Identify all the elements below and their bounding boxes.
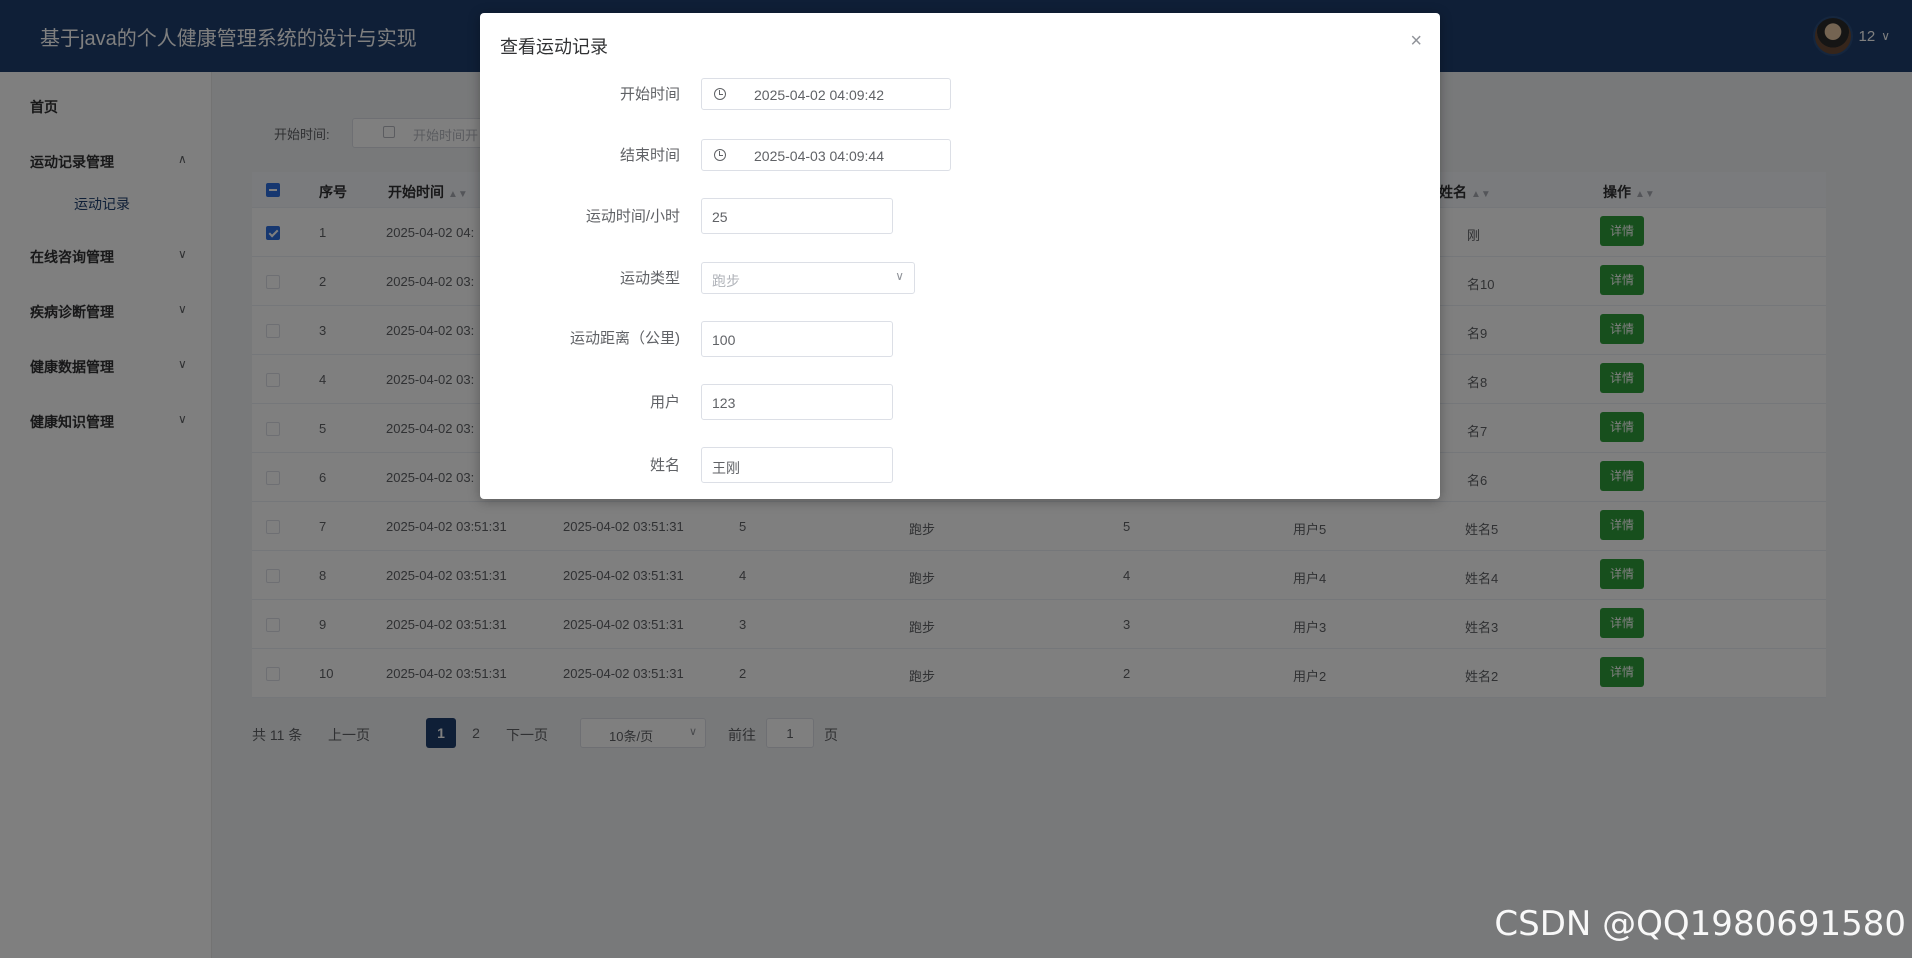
view-record-dialog: 查看运动记录 × 开始时间 2025-04-02 04:09:42 结束时间 2… <box>480 13 1440 499</box>
dialog-title: 查看运动记录 <box>500 37 608 57</box>
hours-input[interactable]: 25 <box>701 198 893 234</box>
name-label: 姓名 <box>649 457 680 474</box>
close-icon[interactable]: × <box>1410 31 1422 51</box>
type-label: 运动类型 <box>619 270 680 287</box>
start-time-label: 开始时间 <box>619 86 680 103</box>
hours-label: 运动时间/小时 <box>585 208 680 225</box>
chevron-down-icon: ∨ <box>895 269 904 283</box>
type-select[interactable]: 跑步 ∨ <box>701 262 915 294</box>
end-time-label: 结束时间 <box>619 147 680 164</box>
end-time-input[interactable]: 2025-04-03 04:09:44 <box>701 139 951 171</box>
clock-icon <box>714 149 726 161</box>
user-input[interactable]: 123 <box>701 384 893 420</box>
user-label: 用户 <box>649 394 680 411</box>
name-input[interactable]: 王刚 <box>701 447 893 483</box>
start-time-input[interactable]: 2025-04-02 04:09:42 <box>701 78 951 110</box>
distance-label: 运动距离（公里) <box>570 330 680 347</box>
clock-icon <box>714 88 726 100</box>
watermark: CSDN @QQ1980691580 <box>1494 904 1906 944</box>
distance-input[interactable]: 100 <box>701 321 893 357</box>
